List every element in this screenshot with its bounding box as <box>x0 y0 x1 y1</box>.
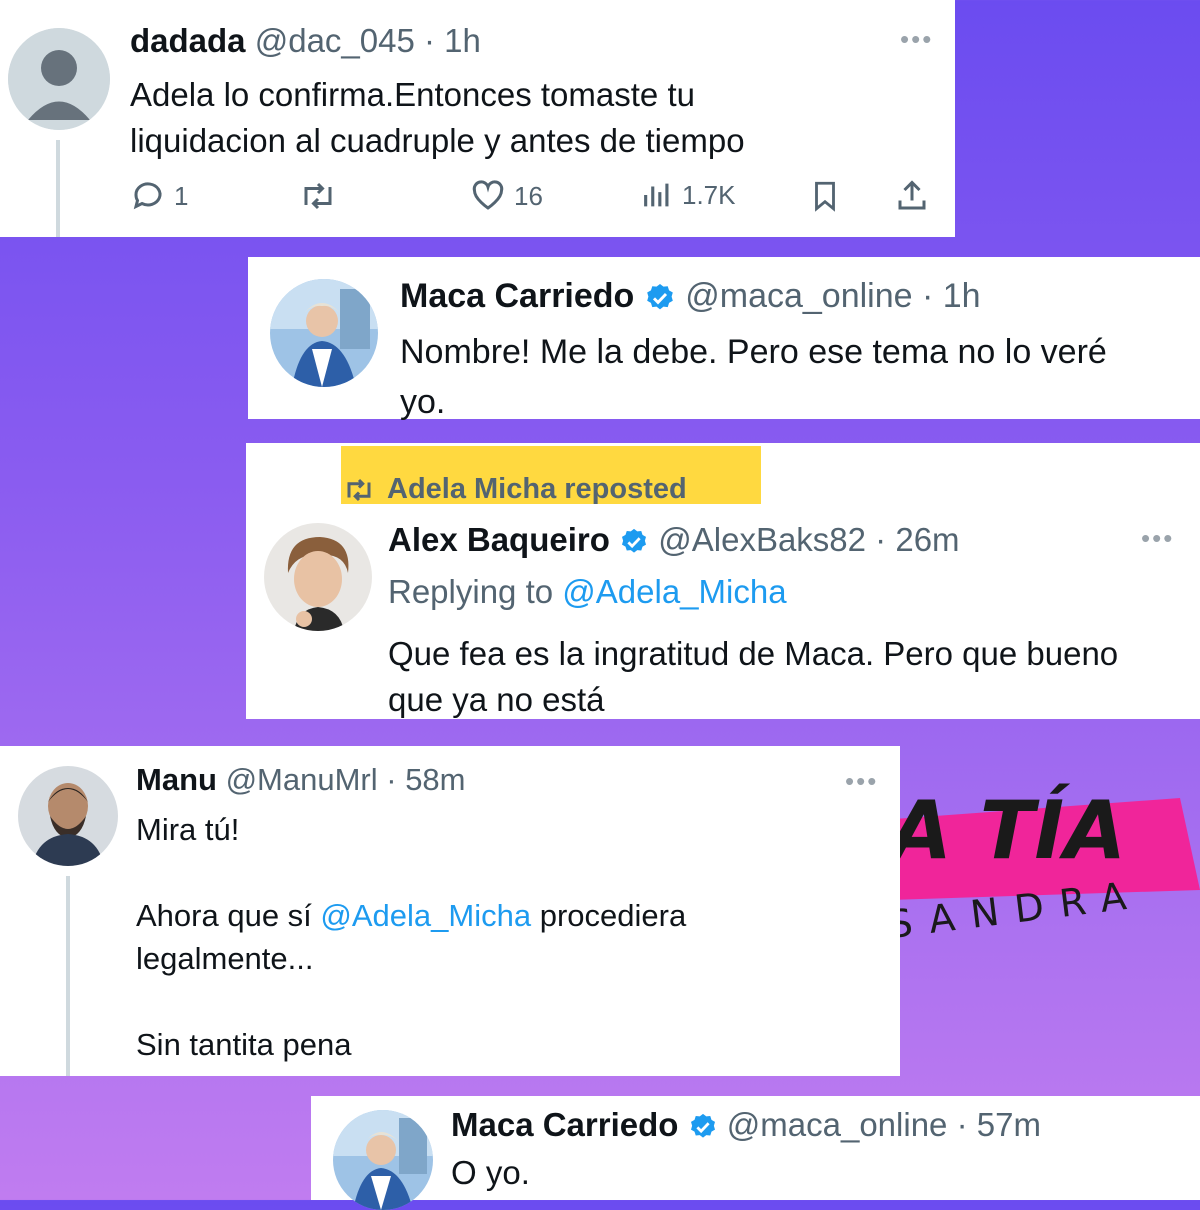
retweet-icon <box>304 182 332 210</box>
avatar[interactable] <box>18 766 118 866</box>
mention-link[interactable]: @Adela_Micha <box>320 898 531 933</box>
tweet-card-dadada[interactable]: dadada @dac_045 · 1h ••• Adela lo confir… <box>0 0 955 237</box>
more-icon[interactable]: ••• <box>845 766 878 797</box>
display-name[interactable]: Alex Baqueiro <box>388 521 610 558</box>
tweet-header: Maca Carriedo @maca_online · 57m <box>451 1106 1041 1143</box>
timestamp[interactable]: 58m <box>405 762 465 797</box>
timestamp[interactable]: 57m <box>977 1106 1041 1143</box>
svg-text:A TÍA: A TÍA <box>884 783 1126 877</box>
tweet-card-alex[interactable]: Adela Micha reposted Alex Baqueiro @Alex… <box>246 443 1200 719</box>
display-name[interactable]: dadada <box>130 22 246 59</box>
default-avatar[interactable] <box>8 28 110 130</box>
mention-link[interactable]: @Adela_Micha <box>562 573 786 610</box>
watermark-logo: A TÍA SANDRA <box>880 740 1200 960</box>
reply-icon <box>133 182 162 210</box>
tweet-text: O yo. <box>451 1154 530 1191</box>
tweet-text: Adela lo confirma.Entonces tomaste tu li… <box>130 76 745 159</box>
views-icon <box>644 183 669 207</box>
like-count: 16 <box>514 180 543 211</box>
handle[interactable]: @maca_online <box>727 1106 948 1143</box>
verified-icon <box>690 1114 715 1138</box>
verified-icon <box>646 284 673 310</box>
tweet-header: Alex Baqueiro @AlexBaks82 · 26m <box>388 521 960 558</box>
action-bar: 1 16 1.7K <box>130 178 940 222</box>
more-icon[interactable]: ••• <box>900 24 933 55</box>
tweet-header: Manu @ManuMrl · 58m <box>136 762 466 797</box>
handle[interactable]: @maca_online <box>685 277 912 315</box>
like-icon <box>472 180 504 210</box>
avatar[interactable] <box>264 523 372 631</box>
tweet-card-maca-1[interactable]: Maca Carriedo @maca_online · 1h Nombre! … <box>248 257 1200 421</box>
display-name[interactable]: Maca Carriedo <box>400 277 634 315</box>
tweet-text: Mira tú! Ahora que sí @Adela_Micha proce… <box>136 812 687 1062</box>
handle[interactable]: @dac_045 <box>255 22 415 59</box>
thread-line <box>56 140 60 237</box>
more-icon[interactable]: ••• <box>1141 523 1174 554</box>
handle[interactable]: @ManuMrl <box>226 762 378 797</box>
bookmark-button[interactable] <box>808 178 842 214</box>
repost-label[interactable]: Adela Micha reposted <box>341 473 687 506</box>
handle[interactable]: @AlexBaks82 <box>658 521 866 558</box>
avatar[interactable] <box>333 1110 433 1210</box>
share-icon <box>898 180 926 210</box>
replying-to: Replying to @Adela_Micha <box>388 573 787 610</box>
verified-icon <box>622 529 647 553</box>
timestamp[interactable]: 26m <box>895 521 959 558</box>
tweet-card-manu[interactable]: Manu @ManuMrl · 58m ••• Mira tú! Ahora q… <box>0 746 900 1076</box>
share-button[interactable] <box>894 178 930 214</box>
reply-count: 1 <box>174 180 189 211</box>
tweet-text: Que fea es la ingratitud de Maca. Pero q… <box>388 635 1119 718</box>
retweet-button[interactable] <box>298 178 338 214</box>
retweet-icon <box>347 478 371 501</box>
reply-button[interactable]: 1 <box>130 178 188 214</box>
views-count: 1.7K <box>682 179 736 210</box>
thread-line <box>66 876 70 1076</box>
tweet-text: Nombre! Me la debe. Pero ese tema no lo … <box>400 333 1107 421</box>
display-name[interactable]: Manu <box>136 762 217 797</box>
timestamp[interactable]: 1h <box>444 22 481 59</box>
display-name[interactable]: Maca Carriedo <box>451 1106 678 1143</box>
bookmark-icon <box>815 181 835 212</box>
tweet-header: dadada @dac_045 · 1h <box>130 22 481 59</box>
views-button[interactable]: 1.7K <box>640 178 736 212</box>
tweet-card-maca-2[interactable]: Maca Carriedo @maca_online · 57m O yo. <box>311 1096 1200 1210</box>
like-button[interactable]: 16 <box>470 178 543 214</box>
timestamp[interactable]: 1h <box>943 277 981 315</box>
avatar[interactable] <box>270 279 378 387</box>
tweet-header: Maca Carriedo @maca_online · 1h <box>400 277 981 315</box>
